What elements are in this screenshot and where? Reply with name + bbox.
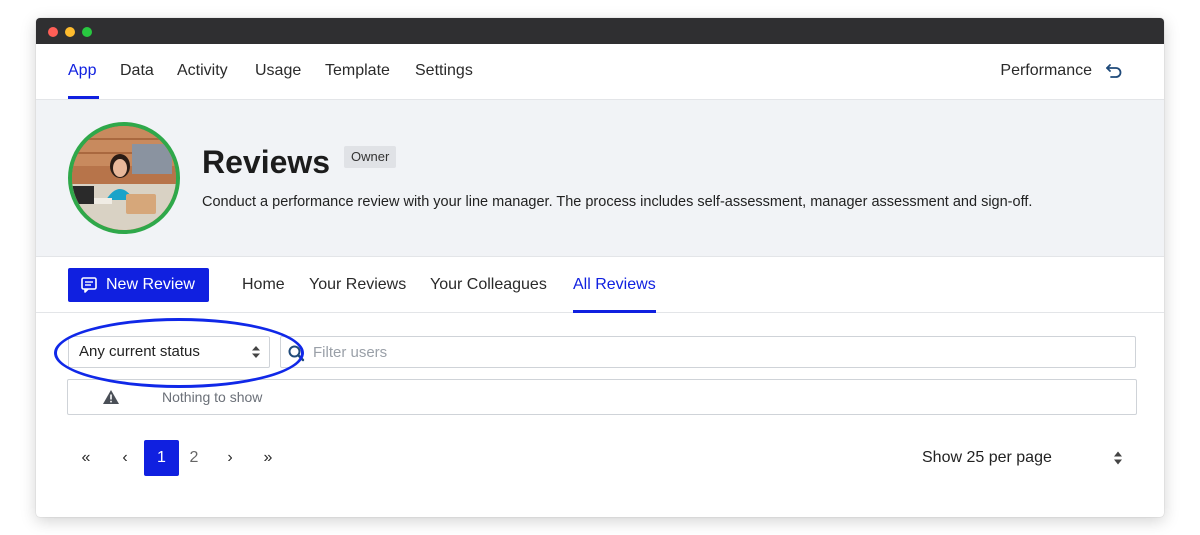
app-window: App Data Activity Usage Template Setting…: [36, 18, 1164, 517]
tab-all-reviews[interactable]: All Reviews: [573, 276, 656, 294]
close-window-button[interactable]: [48, 27, 58, 37]
nav-app[interactable]: App: [68, 62, 96, 80]
active-tab-indicator: [573, 310, 656, 313]
select-arrows-icon[interactable]: [1113, 450, 1123, 466]
filter-users-field[interactable]: [280, 336, 1136, 368]
per-page-select[interactable]: Show 25 per page: [922, 449, 1052, 467]
nav-template[interactable]: Template: [325, 62, 390, 80]
top-navigation: App Data Activity Usage Template Setting…: [36, 44, 1164, 100]
window-titlebar: [36, 18, 1164, 44]
nav-activity[interactable]: Activity: [177, 62, 228, 80]
new-review-label: New Review: [106, 276, 195, 293]
nav-usage[interactable]: Usage: [255, 62, 301, 80]
nav-settings[interactable]: Settings: [415, 62, 473, 80]
new-review-button[interactable]: New Review: [68, 268, 209, 302]
performance-link[interactable]: Performance: [1000, 62, 1092, 80]
app-header: Reviews Owner Conduct a performance revi…: [36, 100, 1164, 257]
prev-page-button[interactable]: ‹: [109, 440, 141, 476]
message-icon: [81, 277, 97, 293]
empty-message: Nothing to show: [162, 389, 263, 405]
active-nav-indicator: [68, 96, 99, 99]
status-filter-select[interactable]: Any current status: [68, 336, 270, 368]
nav-data[interactable]: Data: [120, 62, 154, 80]
select-arrows-icon: [252, 346, 260, 358]
page-button-2[interactable]: 2: [178, 440, 210, 476]
page-button-1[interactable]: 1: [144, 440, 179, 476]
app-avatar: [68, 122, 180, 234]
first-page-button[interactable]: «: [70, 440, 102, 476]
search-icon: [288, 345, 305, 362]
last-page-button[interactable]: »: [252, 440, 284, 476]
status-filter-value: Any current status: [79, 343, 200, 360]
filter-users-input[interactable]: [313, 337, 1123, 367]
tab-your-reviews[interactable]: Your Reviews: [309, 276, 406, 294]
warning-icon: [103, 390, 119, 404]
tab-your-colleagues[interactable]: Your Colleagues: [430, 276, 547, 294]
owner-badge: Owner: [344, 146, 397, 168]
next-page-button[interactable]: ›: [214, 440, 246, 476]
app-description: Conduct a performance review with your l…: [202, 194, 1033, 210]
return-icon[interactable]: [1104, 61, 1124, 81]
reviews-subnav: New Review Home Your Reviews Your Collea…: [36, 257, 1164, 313]
avatar-photo: [72, 126, 176, 230]
maximize-window-button[interactable]: [82, 27, 92, 37]
tab-home[interactable]: Home: [242, 276, 285, 294]
empty-results-row: Nothing to show: [67, 379, 1137, 415]
minimize-window-button[interactable]: [65, 27, 75, 37]
page-title: Reviews: [202, 144, 331, 180]
